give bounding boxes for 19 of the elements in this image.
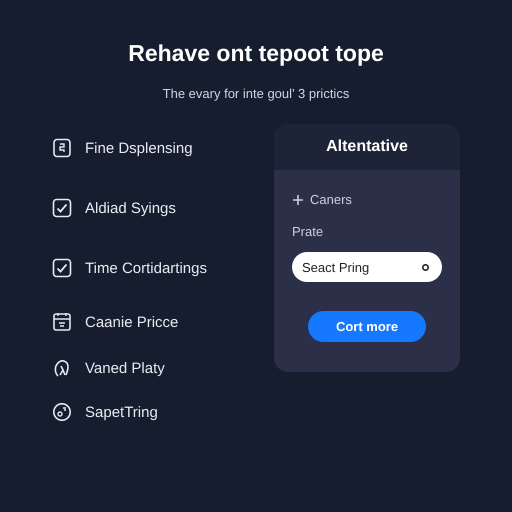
checked-checkbox-icon[interactable] (52, 198, 72, 218)
list-item-label: Fine Dsplensing (85, 140, 193, 156)
page-subtitle: The evary for inte goul’ 3 prictics (162, 86, 350, 101)
list-item-label: Aldiad Syings (85, 200, 176, 216)
list-item-label: SapetTring (85, 404, 158, 420)
primary-button[interactable]: Cort more (308, 311, 426, 342)
field-label: Prate (292, 224, 324, 239)
select-field[interactable]: Seact Pring (292, 252, 442, 282)
list-item-label: Vaned Platy (85, 360, 165, 376)
plus-icon (292, 194, 304, 206)
list-item-label: Time Cortidartings (85, 260, 207, 276)
list-item-label: Caanie Pricce (85, 314, 178, 330)
calendar-icon (52, 312, 72, 332)
add-link[interactable]: Caners (292, 192, 352, 207)
checked-checkbox-icon[interactable] (52, 258, 72, 278)
page-title: Rehave ont tepoot tope (128, 40, 384, 67)
document-icon (52, 138, 72, 158)
card-title: Altentative (326, 138, 408, 156)
dropdown-icon (421, 262, 430, 272)
